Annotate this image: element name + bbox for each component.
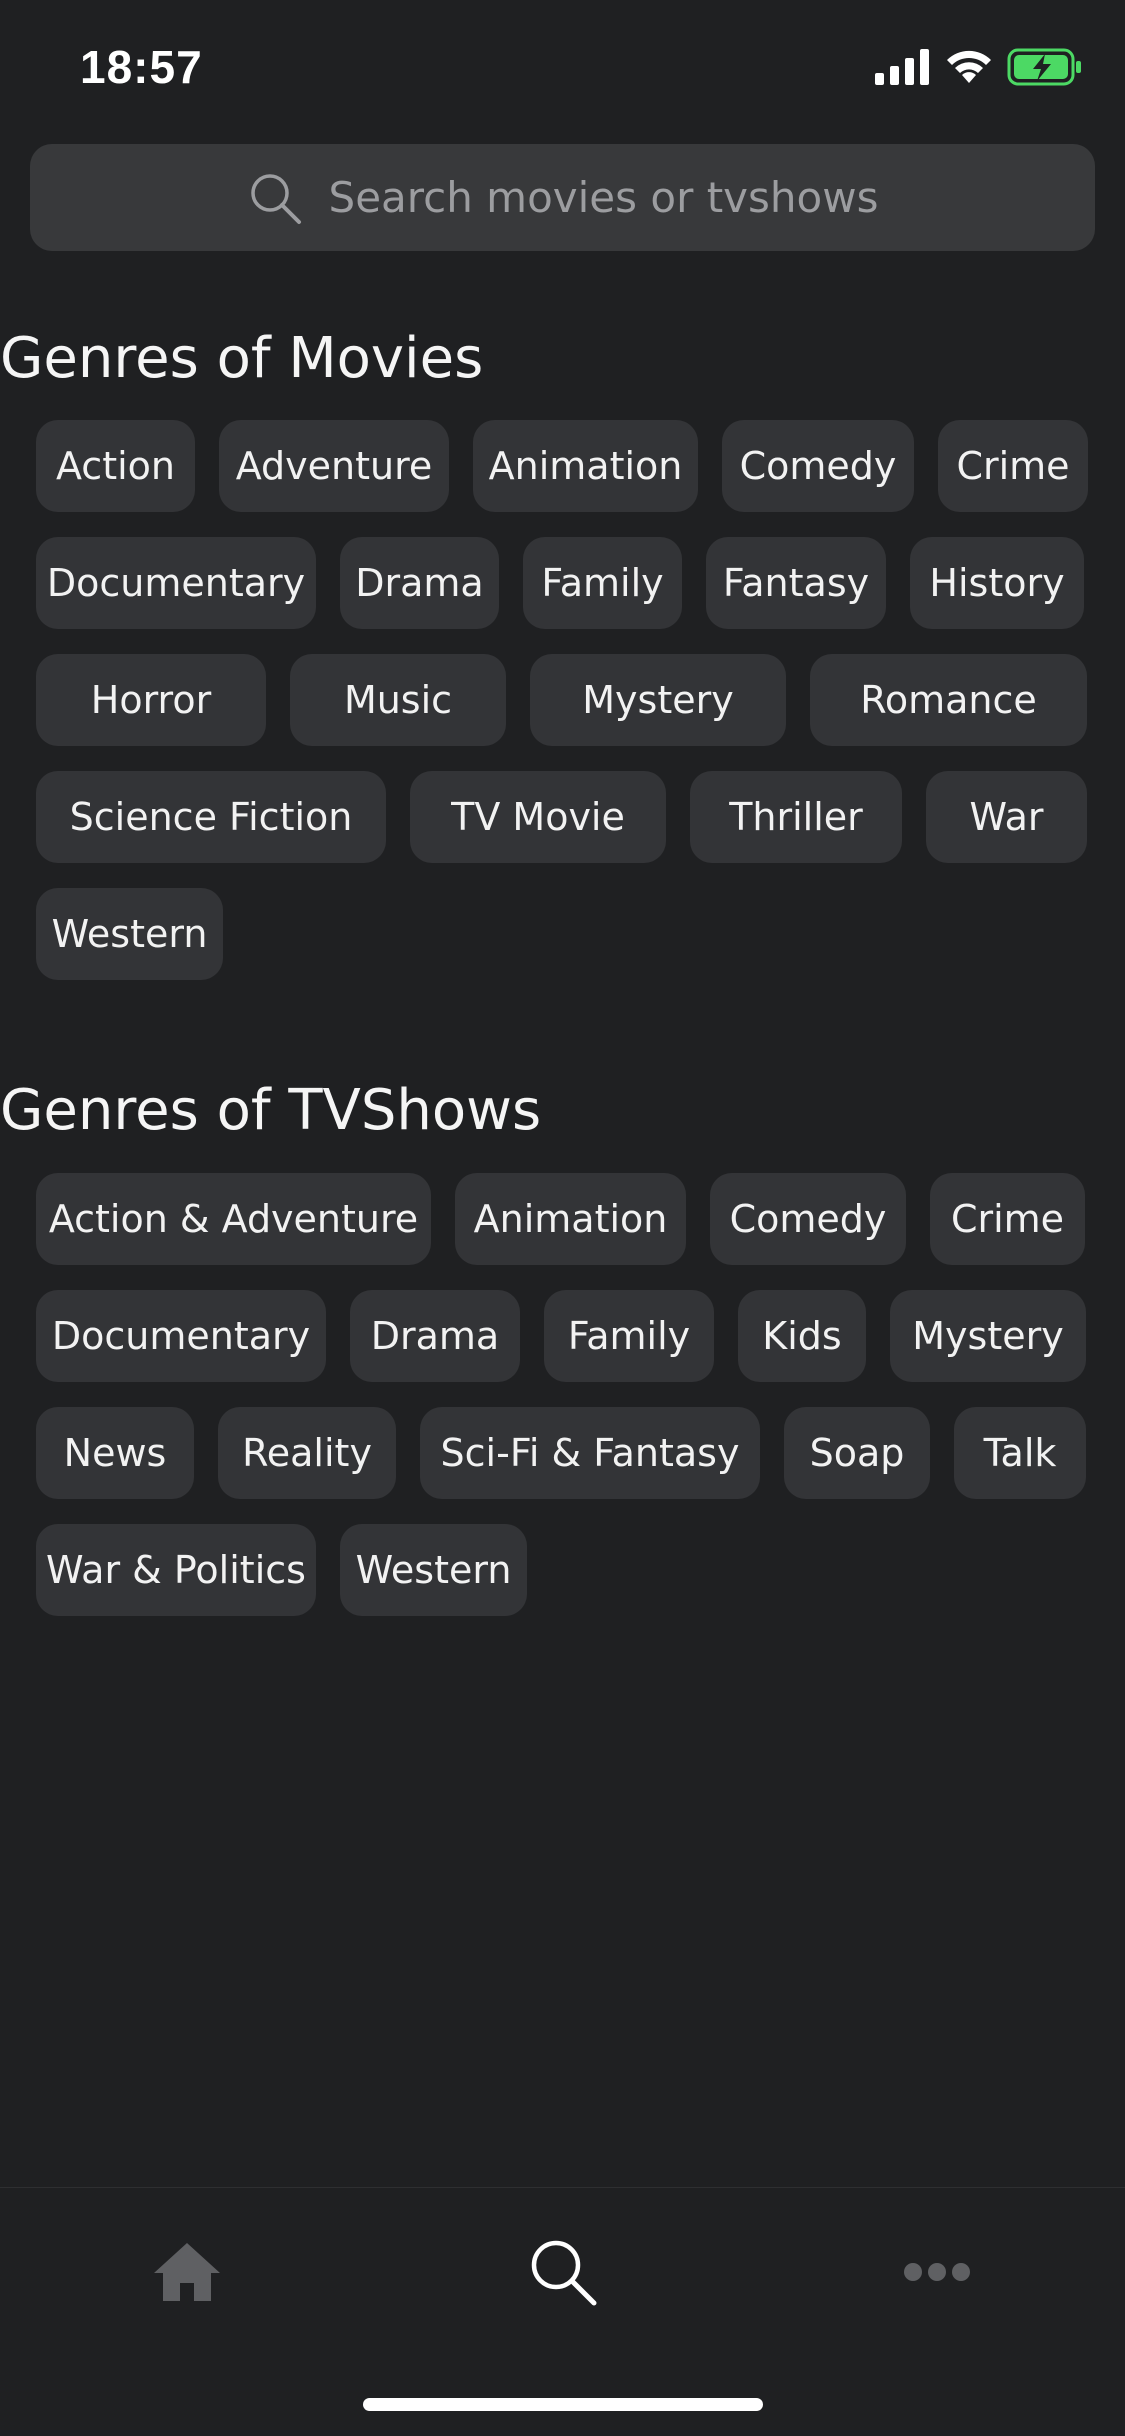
movie-genre-chip[interactable]: Fantasy — [706, 537, 886, 629]
tvshow-genre-chip[interactable]: Documentary — [36, 1290, 326, 1382]
tvshow-genre-chip[interactable]: Soap — [784, 1407, 930, 1499]
tvshow-genre-row: War & Politics Western — [36, 1524, 527, 1616]
movie-genre-chip[interactable]: Music — [290, 654, 506, 746]
tab-search[interactable] — [503, 2232, 623, 2312]
tvshows-section-title: Genres of TVShows — [0, 1078, 542, 1143]
tvshow-genre-chip[interactable]: Mystery — [890, 1290, 1086, 1382]
home-icon — [154, 2243, 220, 2301]
tvshow-genre-row: Documentary Drama Family Kids Mystery — [36, 1290, 1086, 1382]
movie-genre-chip[interactable]: Animation — [473, 420, 698, 512]
tab-more[interactable] — [877, 2232, 997, 2312]
movie-genre-chip[interactable]: Adventure — [219, 420, 449, 512]
search-icon — [531, 2240, 597, 2306]
tvshow-genre-row: Action & Adventure Animation Comedy Crim… — [36, 1173, 1085, 1265]
movie-genre-chip[interactable]: Western — [36, 888, 223, 980]
tvshow-genre-chip[interactable]: Drama — [350, 1290, 520, 1382]
tvshow-genre-chip[interactable]: War & Politics — [36, 1524, 316, 1616]
movie-genre-row: Horror Music Mystery Romance — [36, 654, 1087, 746]
movies-section-title: Genres of Movies — [0, 326, 484, 391]
battery-charging-icon — [1007, 48, 1081, 86]
status-icons — [875, 48, 1083, 86]
more-icon — [904, 2263, 970, 2281]
search-icon — [250, 173, 301, 224]
tvshow-genre-chip[interactable]: Comedy — [710, 1173, 906, 1265]
signal-icon — [875, 49, 929, 85]
movie-genre-chip[interactable]: Action — [36, 420, 195, 512]
movie-genre-chip[interactable]: History — [910, 537, 1084, 629]
tvshow-genre-chip[interactable]: Western — [340, 1524, 527, 1616]
status-bar: 18:57 — [0, 0, 1125, 135]
movie-genre-row: Documentary Drama Family Fantasy History — [36, 537, 1084, 629]
movie-genre-chip[interactable]: Science Fiction — [36, 771, 386, 863]
tvshow-genre-chip[interactable]: Kids — [738, 1290, 866, 1382]
movie-genre-chip[interactable]: Horror — [36, 654, 266, 746]
movie-genre-row: Western — [36, 888, 223, 980]
search-placeholder: Search movies or tvshows — [328, 173, 879, 222]
movie-genre-chip[interactable]: Thriller — [690, 771, 902, 863]
tvshow-genre-chip[interactable]: Crime — [930, 1173, 1085, 1265]
movie-genre-chip[interactable]: Romance — [810, 654, 1087, 746]
tvshow-genre-row: News Reality Sci-Fi & Fantasy Soap Talk — [36, 1407, 1086, 1499]
movie-genre-chip[interactable]: Mystery — [530, 654, 786, 746]
movie-genre-chip[interactable]: TV Movie — [410, 771, 666, 863]
status-time: 18:57 — [80, 41, 203, 93]
movie-genre-chip[interactable]: Documentary — [36, 537, 316, 629]
movie-genre-row: Action Adventure Animation Comedy Crime — [36, 420, 1088, 512]
search-input[interactable]: Search movies or tvshows — [30, 144, 1095, 251]
tvshow-genre-chip[interactable]: Family — [544, 1290, 714, 1382]
tvshow-genre-chip[interactable]: Talk — [954, 1407, 1086, 1499]
wifi-icon — [947, 50, 991, 83]
movie-genre-chip[interactable]: War — [926, 771, 1087, 863]
movie-genre-chip[interactable]: Drama — [340, 537, 499, 629]
tab-home[interactable] — [127, 2232, 247, 2312]
movie-genre-chip[interactable]: Crime — [938, 420, 1088, 512]
movie-genre-row: Science Fiction TV Movie Thriller War — [36, 771, 1087, 863]
genre-search-screen: 18:57 Search movies or tvshows Genres of… — [0, 0, 1125, 2436]
movie-genre-chip[interactable]: Family — [523, 537, 682, 629]
tvshow-genre-chip[interactable]: Sci-Fi & Fantasy — [420, 1407, 760, 1499]
tvshow-genre-chip[interactable]: News — [36, 1407, 194, 1499]
tvshow-genre-chip[interactable]: Animation — [455, 1173, 686, 1265]
movie-genre-chip[interactable]: Comedy — [722, 420, 914, 512]
tvshow-genre-chip[interactable]: Action & Adventure — [36, 1173, 431, 1265]
home-indicator — [363, 2398, 763, 2411]
tvshow-genre-chip[interactable]: Reality — [218, 1407, 396, 1499]
